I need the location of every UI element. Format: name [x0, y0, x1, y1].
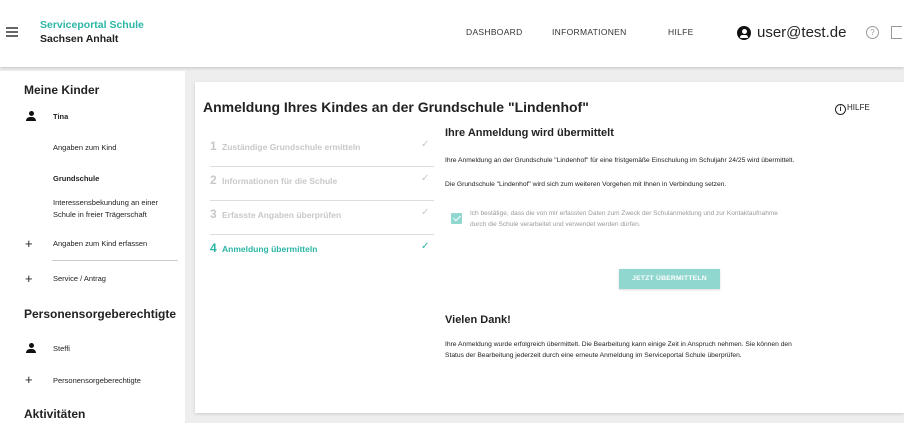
step-4[interactable]: 4 Anmeldung übermitteln ✓: [210, 235, 440, 265]
section-heading: Ihre Anmeldung wird übermittelt: [445, 127, 614, 139]
submit-button[interactable]: JETZT ÜBERMITTELN: [619, 269, 720, 289]
info-text-1: Ihre Anmeldung an der Grundschule "Linde…: [445, 157, 795, 164]
plus-icon[interactable]: +: [25, 272, 33, 285]
user-email[interactable]: user@test.de: [757, 24, 846, 41]
sidebar-heading-guardians: Personensorgeberechtigte: [24, 307, 177, 321]
info-icon[interactable]: i: [835, 104, 846, 115]
thanks-heading: Vielen Dank!: [445, 314, 511, 326]
brand-subtitle[interactable]: Sachsen Anhalt: [40, 33, 118, 45]
help-link[interactable]: HILFE: [847, 103, 870, 112]
sidebar-item-grundschule[interactable]: Grundschule: [53, 173, 99, 184]
check-icon: ✓: [421, 241, 430, 252]
nav-dashboard[interactable]: DASHBOARD: [466, 27, 523, 37]
sidebar-item-guardians[interactable]: Personensorgeberechtigte: [53, 375, 141, 386]
logout-icon[interactable]: [891, 26, 902, 39]
check-icon: ✓: [421, 207, 430, 218]
sidebar-guardian-name[interactable]: Steffi: [53, 343, 70, 354]
step-number: 4: [210, 241, 217, 255]
check-icon: ✓: [421, 173, 430, 184]
sidebar-heading-children: Meine Kinder: [24, 83, 100, 97]
thanks-text-1: Ihre Anmeldung wurde erfolgreich übermit…: [445, 341, 792, 348]
nav-hilfe[interactable]: HILFE: [668, 27, 694, 37]
menu-icon[interactable]: [6, 27, 20, 37]
step-label: Erfasste Angaben überprüfen: [222, 210, 342, 220]
step-number: 2: [210, 173, 217, 187]
nav-informationen[interactable]: INFORMATIONEN: [552, 27, 627, 37]
consent-text: Ich bestätige, dass die von mir erfasste…: [470, 208, 900, 230]
user-icon[interactable]: [737, 26, 751, 40]
main-card: Anmeldung Ihres Kindes an der Grundschul…: [195, 82, 904, 413]
person-icon: [26, 343, 36, 353]
plus-icon[interactable]: +: [25, 373, 33, 386]
sidebar-item-add-child-data[interactable]: Angaben zum Kind erfassen: [53, 238, 147, 249]
step-number: 3: [210, 207, 217, 221]
consent-line-1: Ich bestätige, dass die von mir erfasste…: [470, 210, 778, 217]
consent-checkbox[interactable]: [451, 213, 462, 224]
person-icon: [26, 111, 36, 121]
sidebar-item-interessensbekundung-line2[interactable]: Schule in freier Trägerschaft: [53, 209, 147, 220]
brand-title[interactable]: Serviceportal Schule: [40, 19, 144, 31]
consent-line-2: durch die Schule verarbeitet und verwend…: [470, 221, 641, 228]
thanks-text-2: Status der Bearbeitung jederzeit durch e…: [445, 352, 742, 359]
sidebar: Meine Kinder Tina Angaben zum Kind Grund…: [0, 71, 185, 423]
sidebar-item-interessensbekundung[interactable]: Interessensbekundung an einer: [53, 197, 158, 208]
step-1[interactable]: 1 Zuständige Grundschule ermitteln ✓: [210, 133, 440, 167]
help-icon[interactable]: ?: [866, 26, 879, 39]
step-number: 1: [210, 139, 217, 153]
step-label: Anmeldung übermitteln: [222, 244, 318, 254]
top-bar: Serviceportal Schule Sachsen Anhalt DASH…: [0, 0, 904, 67]
sidebar-item-angaben[interactable]: Angaben zum Kind: [53, 142, 116, 153]
step-label: Zuständige Grundschule ermitteln: [222, 142, 361, 152]
check-icon: ✓: [421, 139, 430, 150]
sidebar-item-service[interactable]: Service / Antrag: [53, 273, 106, 284]
step-2[interactable]: 2 Informationen für die Schule ✓: [210, 167, 440, 201]
page-title: Anmeldung Ihres Kindes an der Grundschul…: [203, 99, 589, 115]
plus-icon[interactable]: +: [25, 237, 33, 250]
step-3[interactable]: 3 Erfasste Angaben überprüfen ✓: [210, 201, 440, 235]
sidebar-heading-activities: Aktivitäten: [24, 407, 86, 421]
step-label: Informationen für die Schule: [222, 176, 338, 186]
sidebar-child-name[interactable]: Tina: [53, 111, 68, 122]
info-text-2: Die Grundschule "Lindenhof" wird sich zu…: [445, 181, 727, 188]
sidebar-divider: [52, 260, 178, 261]
